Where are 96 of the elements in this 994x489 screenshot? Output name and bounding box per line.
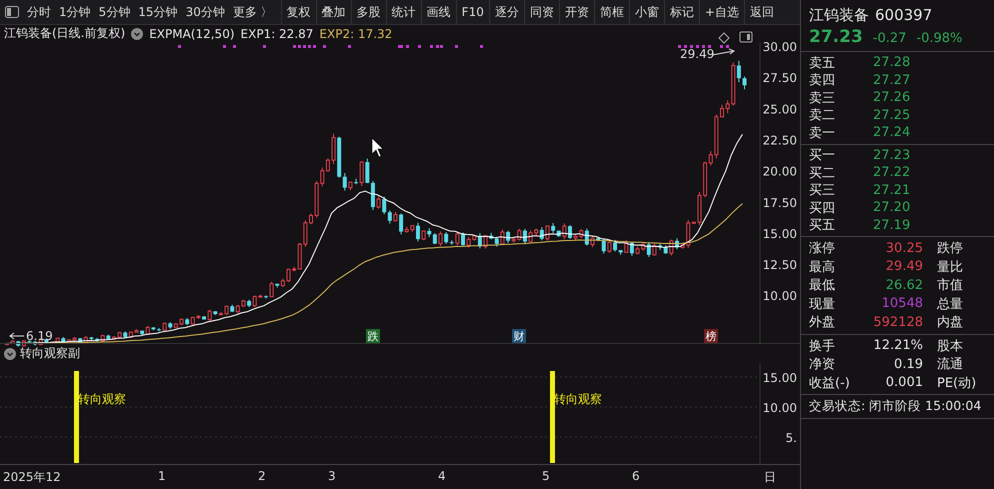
- stat-label: 现量: [809, 296, 836, 313]
- ask-level-label: 卖四: [809, 72, 836, 90]
- stat-label: 总量: [937, 296, 963, 313]
- price-axis-label: 30.00: [762, 40, 797, 54]
- stat-value: 30.25: [884, 240, 923, 256]
- price-axis-label: 12.50: [762, 258, 797, 272]
- indicator-axis-label: 15.00: [762, 371, 797, 386]
- stat-value: 12.21%: [872, 338, 923, 354]
- period-tab[interactable]: 更多 〉: [232, 4, 273, 20]
- bid-level-label: 买五: [809, 217, 836, 234]
- low-marker-arrow: [9, 332, 24, 340]
- stat-label: PE(动): [937, 374, 976, 392]
- stat-label: 量比: [937, 258, 963, 276]
- trading-status: 交易状态: 闭市阶段 15:00:04: [809, 398, 982, 413]
- low-price-label: 6.19: [26, 328, 53, 343]
- chevron-circle-icon[interactable]: [4, 348, 16, 360]
- mouse-cursor-icon: [372, 136, 384, 158]
- ask-level-label: 卖五: [809, 54, 836, 72]
- date-axis-label: 6: [632, 469, 640, 484]
- sidebar-toggle-icon[interactable]: [5, 6, 19, 18]
- diamond-icon[interactable]: [718, 32, 730, 44]
- bid-price: 27.21: [873, 182, 910, 198]
- price-axis-label: 10.00: [762, 288, 797, 303]
- stat-value: 26.62: [884, 278, 923, 293]
- panel-toggle-icon[interactable]: [740, 31, 752, 42]
- bid-price: 27.20: [873, 200, 910, 216]
- stat-label: 内盘: [937, 314, 963, 332]
- signal-label: 转向观察: [78, 392, 126, 406]
- stat-value: 0.19: [893, 356, 923, 372]
- bid-level-label: 买二: [809, 164, 836, 182]
- stock-code: 600397: [875, 6, 932, 25]
- bid-level-label: 买一: [809, 147, 836, 164]
- period-tab[interactable]: 分时: [27, 4, 51, 20]
- event-tag[interactable]: 财: [512, 328, 526, 343]
- price-axis-label: 25.00: [762, 102, 797, 116]
- exp2-value: EXP2: 17.32: [319, 26, 392, 41]
- date-axis-label: 4: [438, 469, 446, 484]
- ask-price: 27.25: [873, 108, 910, 123]
- stat-label: 最低: [809, 277, 836, 294]
- chart-title: 江钨装备(日线.前复权): [4, 25, 126, 42]
- period-tab[interactable]: 5分钟: [98, 4, 130, 20]
- stat-value: 10548: [880, 296, 923, 312]
- price-axis-label: 22.50: [762, 133, 797, 148]
- indicator-axis-label: 10.00: [762, 401, 797, 416]
- bid-price: 27.19: [873, 218, 910, 233]
- price-change: -0.27: [872, 31, 906, 46]
- ask-level-label: 卖二: [809, 107, 836, 124]
- stat-label: 最高: [809, 258, 836, 276]
- high-marker-arrow: [712, 48, 736, 56]
- date-axis-label: 2025年12: [3, 469, 61, 486]
- last-price: 27.23: [809, 27, 863, 47]
- stat-label: 涨停: [809, 240, 836, 258]
- date-axis-label: 3: [328, 469, 336, 484]
- date-axis-label: 2: [258, 469, 266, 484]
- stat-label: 股本: [937, 338, 963, 355]
- indicator-name: EXPMA(12,50): [149, 26, 235, 41]
- event-tag[interactable]: 榜: [704, 328, 718, 343]
- indicator-panel-title: 转向观察副: [20, 345, 80, 362]
- stat-value: 592128: [872, 314, 923, 330]
- price-axis-label: 15.00: [762, 226, 797, 241]
- bid-level-label: 买四: [809, 200, 836, 217]
- ask-price: 27.28: [873, 55, 910, 70]
- ask-price: 27.24: [873, 125, 910, 140]
- ask-level-label: 卖一: [809, 124, 836, 142]
- percent-change: -0.98%: [916, 31, 962, 46]
- chevron-circle-icon[interactable]: [131, 28, 144, 40]
- indicator-axis-label: 5.: [786, 431, 797, 446]
- stat-label: 净资: [809, 356, 836, 374]
- stat-label: 外盘: [809, 314, 836, 332]
- stat-label: 收益(-): [809, 374, 851, 392]
- bid-price: 27.22: [873, 165, 910, 180]
- stat-label: 流通: [937, 356, 963, 374]
- ask-price: 27.26: [873, 90, 910, 106]
- price-axis-label: 20.00: [762, 164, 797, 178]
- signal-label: 转向观察: [554, 392, 602, 406]
- stat-value: 29.49: [884, 259, 923, 274]
- stat-label: 跌停: [937, 240, 963, 258]
- date-axis-label: 日: [764, 469, 776, 486]
- stat-value: 0.001: [884, 375, 923, 390]
- date-axis-label: 1: [158, 469, 166, 484]
- ask-level-label: 卖三: [809, 90, 836, 107]
- bid-price: 27.23: [873, 148, 910, 163]
- bid-level-label: 买三: [809, 182, 836, 200]
- stock-name: 江钨装备: [809, 6, 869, 25]
- price-axis-label: 27.50: [762, 70, 797, 85]
- date-axis-label: 5: [542, 469, 550, 484]
- period-tab[interactable]: 30分钟: [186, 4, 225, 20]
- price-axis-label: 17.50: [762, 195, 797, 210]
- exp1-value: EXP1: 22.87: [240, 26, 314, 41]
- ask-price: 27.27: [873, 72, 910, 88]
- event-tag[interactable]: 跌: [366, 328, 380, 343]
- period-tab[interactable]: 1分钟: [59, 4, 91, 20]
- stat-label: 市值: [937, 277, 963, 294]
- stat-label: 换手: [809, 338, 836, 355]
- high-price-label: 29.49: [680, 46, 714, 61]
- period-tab[interactable]: 15分钟: [138, 4, 178, 20]
